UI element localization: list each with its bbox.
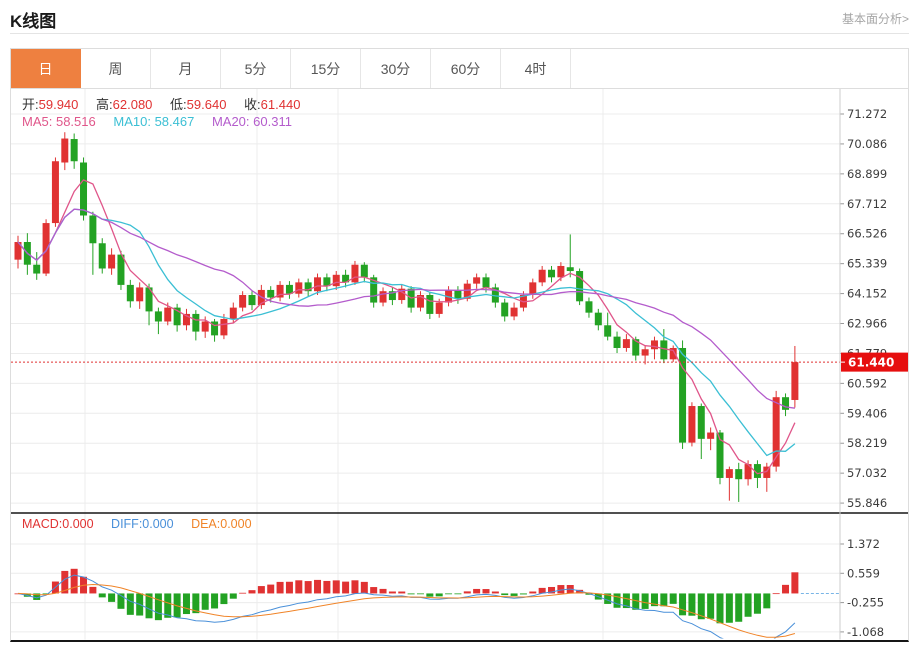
svg-text:0.559: 0.559: [847, 566, 880, 580]
page-title: K线图: [10, 7, 56, 32]
svg-text:71.272: 71.272: [847, 107, 887, 121]
svg-text:62.966: 62.966: [847, 317, 887, 331]
svg-text:70.086: 70.086: [847, 137, 887, 151]
svg-text:-0.255: -0.255: [847, 596, 884, 610]
tab-week[interactable]: 周: [81, 49, 151, 88]
candles-layer: [15, 132, 799, 502]
tab-month[interactable]: 月: [151, 49, 221, 88]
svg-text:65.339: 65.339: [847, 257, 887, 271]
grid-lines: [11, 89, 840, 640]
ma5-line: [18, 180, 795, 474]
svg-text:59.406: 59.406: [847, 406, 887, 420]
tab-30min[interactable]: 30分: [361, 49, 431, 88]
interval-tab-bar: 日周月5分15分30分60分4时: [11, 49, 908, 89]
chart-area: 71.272 70.086 68.899 67.712 66.526 65.339 64.1…: [11, 89, 908, 640]
ma20-line: [18, 209, 795, 408]
diff-line: [18, 575, 795, 640]
header-divider: [10, 33, 909, 34]
svg-text:55.846: 55.846: [847, 496, 887, 510]
svg-text:61.440: 61.440: [848, 356, 894, 370]
svg-text:57.032: 57.032: [847, 466, 887, 480]
tab-4hour[interactable]: 4时: [501, 49, 571, 88]
svg-text:58.219: 58.219: [847, 436, 887, 450]
svg-text:1.372: 1.372: [847, 537, 880, 551]
tab-day[interactable]: 日: [11, 49, 81, 88]
fundamental-analysis-link[interactable]: 基本面分析>: [842, 10, 909, 27]
dea-line: [18, 585, 795, 638]
svg-text:-1.068: -1.068: [847, 625, 884, 639]
price-axis: 71.272 70.086 68.899 67.712 66.526 65.339 64.1…: [840, 107, 887, 639]
last-price-badge: 61.440: [841, 353, 908, 372]
svg-text:67.712: 67.712: [847, 197, 887, 211]
tab-5min[interactable]: 5分: [221, 49, 291, 88]
ma10-line: [18, 209, 795, 455]
kline-widget: 日周月5分15分30分60分4时 71.272 70.086 68.899 67.71…: [10, 48, 909, 642]
svg-text:66.526: 66.526: [847, 227, 887, 241]
svg-text:68.899: 68.899: [847, 167, 887, 181]
svg-text:64.152: 64.152: [847, 287, 887, 301]
tab-15min[interactable]: 15分: [291, 49, 361, 88]
macd-histogram: [15, 569, 799, 623]
svg-text:60.592: 60.592: [847, 376, 887, 390]
kline-chart-canvas[interactable]: 71.272 70.086 68.899 67.712 66.526 65.339 64.1…: [11, 89, 908, 640]
tab-60min[interactable]: 60分: [431, 49, 501, 88]
